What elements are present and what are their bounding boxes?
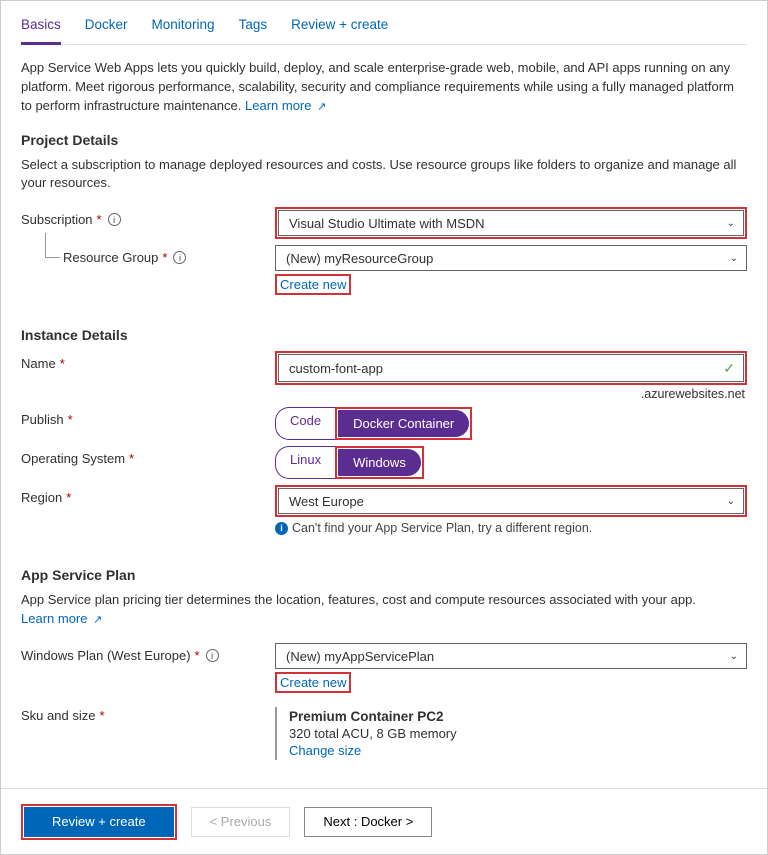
info-icon: i (275, 522, 288, 535)
sku-title: Premium Container PC2 (289, 709, 747, 724)
project-details-desc: Select a subscription to manage deployed… (21, 156, 747, 194)
resource-group-label: Resource Group* i (21, 245, 275, 265)
subscription-select[interactable]: Visual Studio Ultimate with MSDN ⌄ (278, 210, 744, 236)
change-size-link[interactable]: Change size (289, 743, 747, 758)
project-details-heading: Project Details (21, 132, 747, 148)
sku-info: Premium Container PC2 320 total ACU, 8 G… (275, 707, 747, 760)
windows-plan-select[interactable]: (New) myAppServicePlan ⌄ (275, 643, 747, 669)
publish-code-option[interactable]: Code (275, 407, 335, 440)
chevron-down-icon: ⌄ (730, 253, 738, 264)
info-icon[interactable]: i (206, 649, 219, 662)
region-label: Region* (21, 485, 275, 505)
region-select[interactable]: West Europe ⌄ (278, 488, 744, 514)
domain-suffix: .azurewebsites.net (275, 387, 747, 401)
instance-details-heading: Instance Details (21, 327, 747, 343)
publish-docker-option[interactable]: Docker Container (338, 410, 469, 437)
footer: Review + create < Previous Next : Docker… (1, 788, 767, 854)
next-button[interactable]: Next : Docker > (304, 807, 432, 837)
windows-plan-label: Windows Plan (West Europe)* i (21, 643, 275, 663)
chevron-down-icon: ⌄ (730, 651, 738, 662)
os-label: Operating System* (21, 446, 275, 466)
region-hint: i Can't find your App Service Plan, try … (275, 521, 747, 535)
tabs: Basics Docker Monitoring Tags Review + c… (21, 1, 747, 45)
info-icon[interactable]: i (108, 213, 121, 226)
publish-toggle: Code Docker Container (275, 407, 747, 440)
name-label: Name* (21, 351, 275, 371)
review-create-button[interactable]: Review + create (24, 807, 174, 837)
plan-create-new-link[interactable]: Create new (278, 672, 348, 693)
tab-review[interactable]: Review + create (291, 9, 388, 44)
rg-create-new-link[interactable]: Create new (278, 274, 348, 295)
plan-learn-more-link[interactable]: Learn more ↗ (21, 611, 102, 626)
publish-label: Publish* (21, 407, 275, 427)
tab-monitoring[interactable]: Monitoring (152, 9, 215, 44)
intro-text: App Service Web Apps lets you quickly bu… (21, 59, 747, 116)
os-linux-option[interactable]: Linux (275, 446, 335, 479)
external-link-icon: ↗ (317, 101, 326, 113)
subscription-label: Subscription* i (21, 207, 275, 227)
tab-tags[interactable]: Tags (239, 9, 268, 44)
chevron-down-icon: ⌄ (727, 496, 735, 507)
os-toggle: Linux Windows (275, 446, 747, 479)
os-windows-option[interactable]: Windows (338, 449, 421, 476)
intro-learn-more-link[interactable]: Learn more ↗ (245, 98, 326, 113)
name-input[interactable]: custom-font-app ✓ (278, 354, 744, 382)
checkmark-icon: ✓ (723, 360, 735, 377)
tab-docker[interactable]: Docker (85, 9, 128, 44)
sku-label: Sku and size* (21, 703, 275, 723)
previous-button: < Previous (191, 807, 291, 837)
tab-basics[interactable]: Basics (21, 9, 61, 45)
resource-group-select[interactable]: (New) myResourceGroup ⌄ (275, 245, 747, 271)
app-service-plan-heading: App Service Plan (21, 567, 747, 583)
info-icon[interactable]: i (173, 251, 186, 264)
chevron-down-icon: ⌄ (727, 218, 735, 229)
external-link-icon: ↗ (93, 614, 102, 626)
sku-desc: 320 total ACU, 8 GB memory (289, 726, 747, 741)
plan-desc: App Service plan pricing tier determines… (21, 591, 747, 629)
